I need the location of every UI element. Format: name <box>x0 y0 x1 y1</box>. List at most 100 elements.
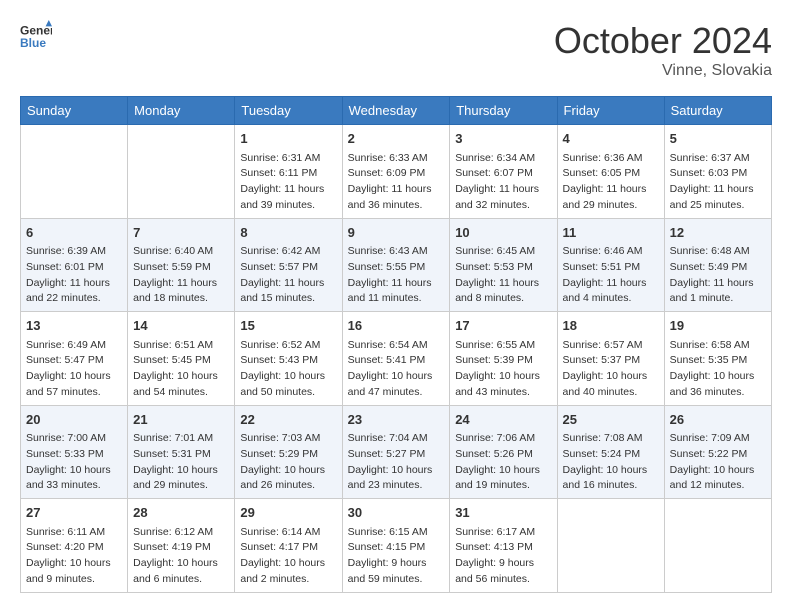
calendar-cell: 12Sunrise: 6:48 AMSunset: 5:49 PMDayligh… <box>664 218 771 312</box>
sunrise-text: Sunrise: 6:39 AM <box>26 245 106 257</box>
calendar-cell: 16Sunrise: 6:54 AMSunset: 5:41 PMDayligh… <box>342 312 450 406</box>
sunset-text: Sunset: 4:15 PM <box>348 541 426 553</box>
sunset-text: Sunset: 6:03 PM <box>670 167 748 179</box>
sunrise-text: Sunrise: 6:36 AM <box>563 152 643 164</box>
sunrise-text: Sunrise: 6:58 AM <box>670 339 750 351</box>
sunrise-text: Sunrise: 6:14 AM <box>240 526 320 538</box>
day-header-tuesday: Tuesday <box>235 97 342 125</box>
sunset-text: Sunset: 5:33 PM <box>26 448 104 460</box>
sunrise-text: Sunrise: 6:49 AM <box>26 339 106 351</box>
day-number: 21 <box>133 410 229 430</box>
page-header: General Blue October 2024 Vinne, Slovaki… <box>20 20 772 80</box>
day-number: 2 <box>348 129 445 149</box>
sunset-text: Sunset: 5:55 PM <box>348 261 426 273</box>
sunset-text: Sunset: 4:20 PM <box>26 541 104 553</box>
day-number: 15 <box>240 316 336 336</box>
calendar-table: SundayMondayTuesdayWednesdayThursdayFrid… <box>20 96 772 593</box>
sunset-text: Sunset: 5:26 PM <box>455 448 533 460</box>
sunrise-text: Sunrise: 6:48 AM <box>670 245 750 257</box>
day-number: 6 <box>26 223 122 243</box>
calendar-cell: 5 Sunrise: 6:37 AM Sunset: 6:03 PM Daylight… <box>664 125 771 219</box>
daylight-text: Daylight: 11 hours and 29 minutes. <box>563 183 647 211</box>
calendar-cell: 19Sunrise: 6:58 AMSunset: 5:35 PMDayligh… <box>664 312 771 406</box>
sunrise-text: Sunrise: 6:11 AM <box>26 526 105 538</box>
calendar-cell: 29Sunrise: 6:14 AMSunset: 4:17 PMDayligh… <box>235 499 342 593</box>
sunset-text: Sunset: 5:35 PM <box>670 354 748 366</box>
calendar-cell: 3Sunrise: 6:34 AMSunset: 6:07 PMDaylight… <box>450 125 557 219</box>
sunset-text: Sunset: 5:49 PM <box>670 261 748 273</box>
calendar-cell <box>664 499 771 593</box>
day-number: 1 <box>240 129 336 149</box>
week-row-2: 6Sunrise: 6:39 AMSunset: 6:01 PMDaylight… <box>21 218 772 312</box>
day-number: 27 <box>26 503 122 523</box>
day-number: 10 <box>455 223 551 243</box>
sunset-text: Sunset: 5:39 PM <box>455 354 533 366</box>
sunset-text: Sunset: 5:45 PM <box>133 354 211 366</box>
day-header-thursday: Thursday <box>450 97 557 125</box>
sunset-text: Sunset: 4:19 PM <box>133 541 211 553</box>
sunset-text: Sunset: 5:37 PM <box>563 354 641 366</box>
sunrise-text: Sunrise: 7:04 AM <box>348 432 428 444</box>
sunrise-text: Sunrise: 6:12 AM <box>133 526 213 538</box>
day-number: 18 <box>563 316 659 336</box>
sunrise-text: Sunrise: 6:46 AM <box>563 245 643 257</box>
day-number: 9 <box>348 223 445 243</box>
logo-icon: General Blue <box>20 20 52 52</box>
sunset-text: Sunset: 5:53 PM <box>455 261 533 273</box>
daylight-text: Daylight: 11 hours and 15 minutes. <box>240 277 324 305</box>
sunrise-text: Sunrise: 6:45 AM <box>455 245 535 257</box>
calendar-cell: 27Sunrise: 6:11 AMSunset: 4:20 PMDayligh… <box>21 499 128 593</box>
sunrise-text: Sunrise: 6:33 AM <box>348 152 428 164</box>
daylight-text: Daylight: 11 hours and 25 minutes. <box>670 183 754 211</box>
sunrise-text: Sunrise: 7:06 AM <box>455 432 535 444</box>
daylight-text: Daylight: 10 hours and 26 minutes. <box>240 464 325 492</box>
calendar-cell: 22Sunrise: 7:03 AMSunset: 5:29 PMDayligh… <box>235 405 342 499</box>
day-number: 24 <box>455 410 551 430</box>
sunrise-text: Sunrise: 6:31 AM <box>240 152 320 164</box>
calendar-cell: 1 Sunrise: 6:31 AM Sunset: 6:11 PM Daylight… <box>235 125 342 219</box>
sunset-text: Sunset: 6:05 PM <box>563 167 641 179</box>
calendar-cell: 30Sunrise: 6:15 AMSunset: 4:15 PMDayligh… <box>342 499 450 593</box>
sunrise-text: Sunrise: 7:09 AM <box>670 432 750 444</box>
sunset-text: Sunset: 5:31 PM <box>133 448 211 460</box>
day-header-monday: Monday <box>128 97 235 125</box>
sunset-text: Sunset: 4:13 PM <box>455 541 533 553</box>
daylight-text: Daylight: 10 hours and 23 minutes. <box>348 464 433 492</box>
sunset-text: Sunset: 6:11 PM <box>240 167 317 179</box>
daylight-text: Daylight: 10 hours and 40 minutes. <box>563 370 648 398</box>
calendar-cell: 26Sunrise: 7:09 AMSunset: 5:22 PMDayligh… <box>664 405 771 499</box>
daylight-text: Daylight: 11 hours and 39 minutes. <box>240 183 324 211</box>
sunrise-text: Sunrise: 6:52 AM <box>240 339 320 351</box>
day-number: 23 <box>348 410 445 430</box>
sunset-text: Sunset: 5:47 PM <box>26 354 104 366</box>
daylight-text: Daylight: 11 hours and 18 minutes. <box>133 277 217 305</box>
sunrise-text: Sunrise: 6:42 AM <box>240 245 320 257</box>
daylight-text: Daylight: 10 hours and 50 minutes. <box>240 370 325 398</box>
daylight-text: Daylight: 11 hours and 36 minutes. <box>348 183 432 211</box>
week-row-4: 20Sunrise: 7:00 AMSunset: 5:33 PMDayligh… <box>21 405 772 499</box>
day-header-wednesday: Wednesday <box>342 97 450 125</box>
sunset-text: Sunset: 5:41 PM <box>348 354 426 366</box>
calendar-cell: 7Sunrise: 6:40 AMSunset: 5:59 PMDaylight… <box>128 218 235 312</box>
svg-text:Blue: Blue <box>20 36 46 50</box>
daylight-text: Daylight: 10 hours and 16 minutes. <box>563 464 648 492</box>
calendar-cell: 14Sunrise: 6:51 AMSunset: 5:45 PMDayligh… <box>128 312 235 406</box>
day-number: 16 <box>348 316 445 336</box>
sunrise-text: Sunrise: 6:37 AM <box>670 152 750 164</box>
daylight-text: Daylight: 10 hours and 19 minutes. <box>455 464 540 492</box>
daylight-text: Daylight: 10 hours and 54 minutes. <box>133 370 218 398</box>
calendar-cell: 24 Sunrise: 7:06 AM Sunset: 5:26 PM Dayligh… <box>450 405 557 499</box>
title-area: October 2024 Vinne, Slovakia <box>554 20 772 80</box>
sunset-text: Sunset: 5:43 PM <box>240 354 318 366</box>
calendar-cell: 18Sunrise: 6:57 AMSunset: 5:37 PMDayligh… <box>557 312 664 406</box>
day-number: 5 <box>670 129 766 149</box>
sunrise-text: Sunrise: 7:03 AM <box>240 432 320 444</box>
day-number: 13 <box>26 316 122 336</box>
sunrise-text: Sunrise: 6:40 AM <box>133 245 213 257</box>
day-number: 25 <box>563 410 659 430</box>
day-number: 3 <box>455 129 551 149</box>
daylight-text: Daylight: 9 hours and 56 minutes. <box>455 557 534 585</box>
calendar-cell: 11Sunrise: 6:46 AMSunset: 5:51 PMDayligh… <box>557 218 664 312</box>
month-title: October 2024 <box>554 20 772 62</box>
daylight-text: Daylight: 10 hours and 6 minutes. <box>133 557 218 585</box>
